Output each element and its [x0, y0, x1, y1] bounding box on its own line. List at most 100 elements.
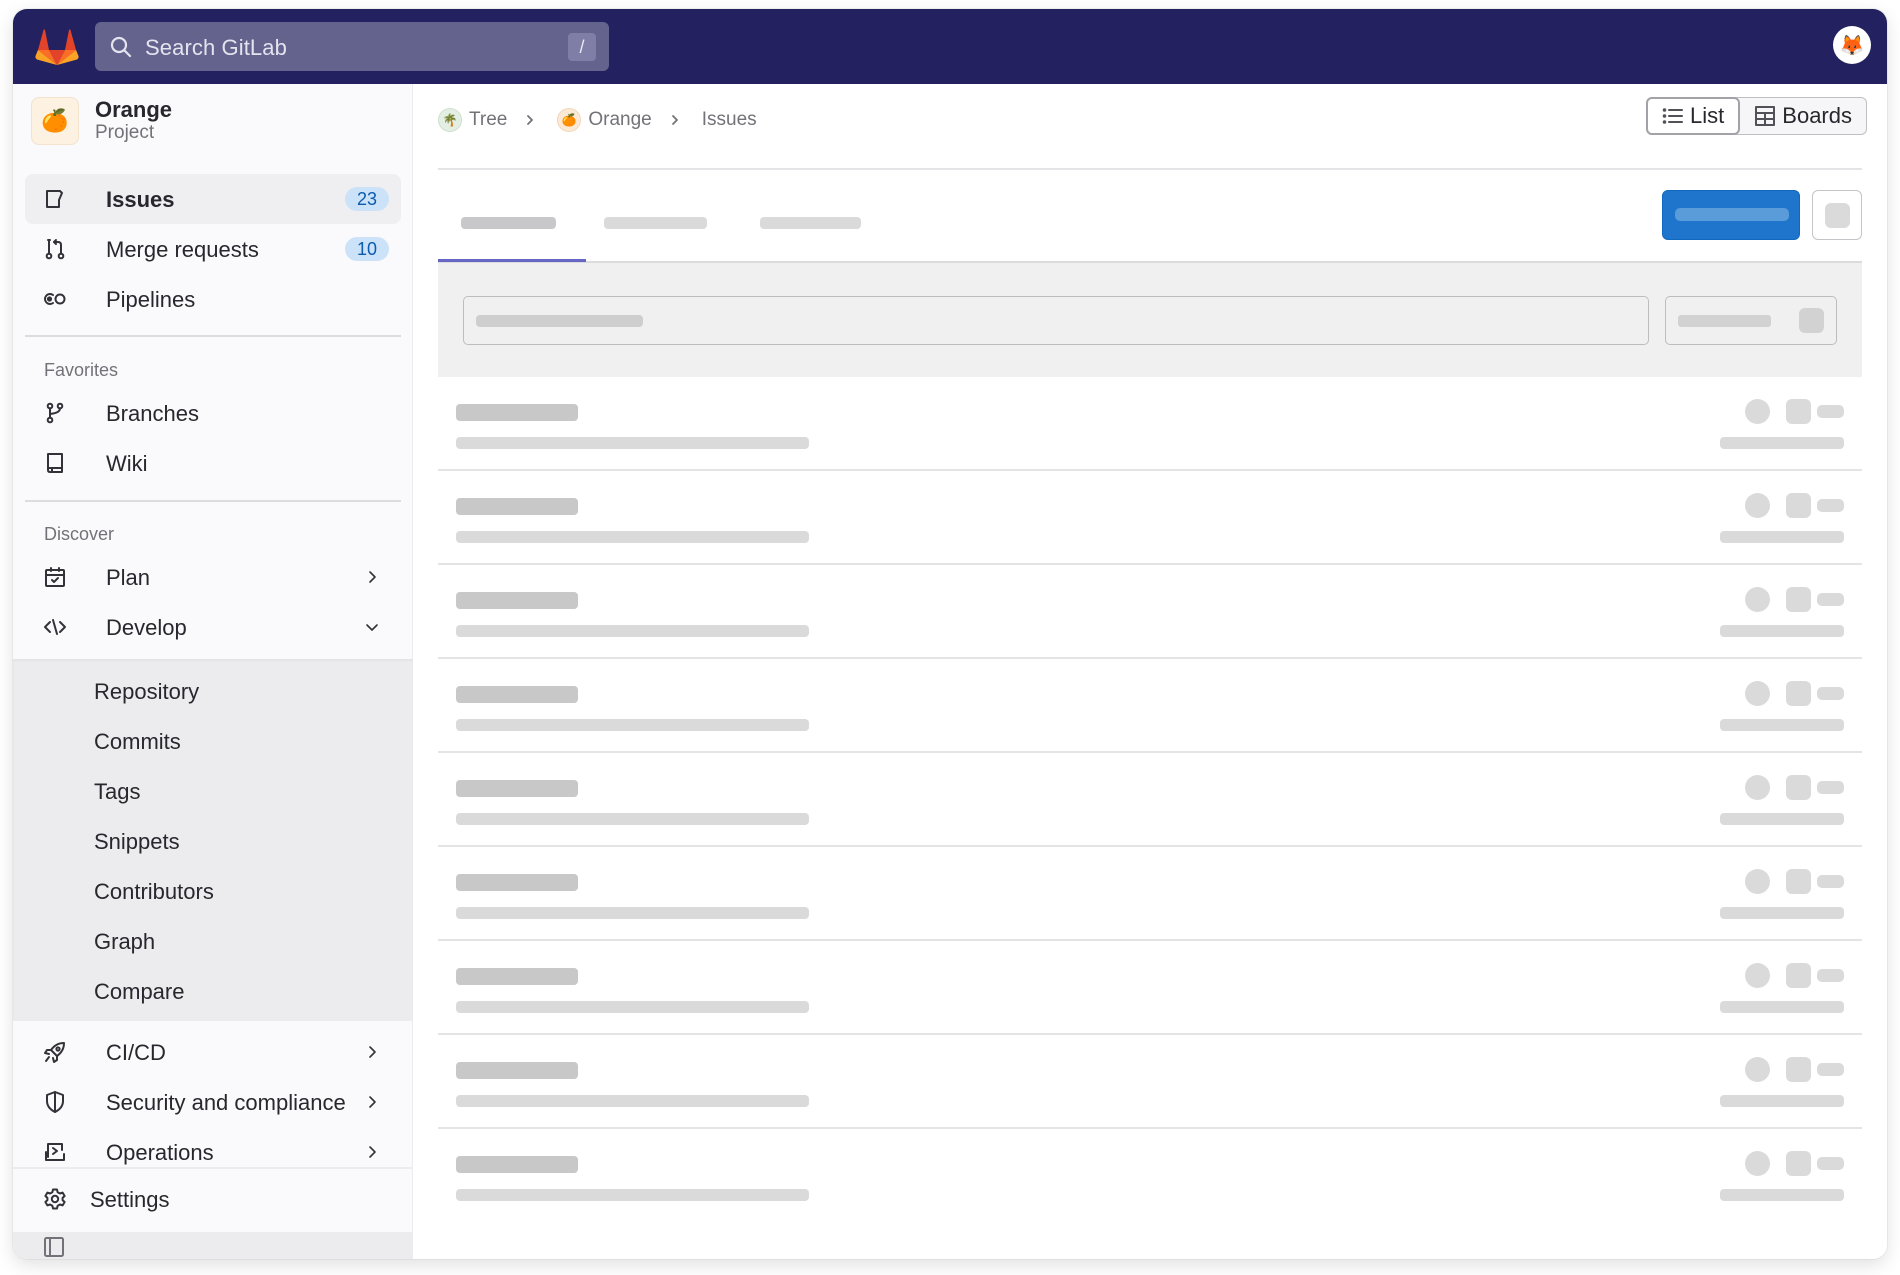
project-name: Orange: [95, 97, 173, 122]
issue-meta-skeleton: [456, 907, 809, 919]
button-icon-skeleton: [1825, 203, 1850, 228]
sidebar-item-branches[interactable]: Branches: [25, 388, 401, 438]
status-skeleton: [1745, 775, 1770, 800]
develop-submenu: Repository Commits Tags Snippets Contrib…: [13, 659, 413, 1021]
tab-label-skeleton: [461, 217, 556, 229]
issue-row-skeleton: [438, 659, 1862, 753]
sidebar-item-wiki[interactable]: Wiki: [25, 438, 401, 488]
issue-title-skeleton: [456, 498, 578, 515]
issue-row-skeleton: [438, 471, 1862, 565]
merge-requests-count-badge: 10: [344, 237, 389, 261]
breadcrumb-item-current[interactable]: Issues: [702, 109, 757, 131]
sidebar-item-plan[interactable]: Plan: [25, 552, 401, 602]
breadcrumb-item-project[interactable]: Orange: [588, 109, 651, 131]
count-skeleton: [1817, 781, 1844, 794]
status-skeleton: [1745, 963, 1770, 988]
sidebar-subitem-graph[interactable]: Graph: [94, 929, 155, 955]
sidebar-item-label: Develop: [106, 615, 187, 640]
issue-title-skeleton: [456, 686, 578, 703]
assignee-skeleton: [1786, 869, 1811, 894]
sidebar-item-develop[interactable]: Develop: [25, 602, 401, 652]
board-icon: [1755, 106, 1776, 126]
issue-row-skeleton: [438, 847, 1862, 941]
sidebar-item-operations[interactable]: Operations: [25, 1127, 401, 1177]
issue-title-skeleton: [456, 780, 578, 797]
updated-skeleton: [1720, 719, 1844, 731]
issue-meta-skeleton: [456, 1095, 809, 1107]
tab-label-skeleton: [604, 217, 707, 229]
issue-row-skeleton: [438, 565, 1862, 659]
actions-button-skeleton[interactable]: [1812, 190, 1862, 240]
tab-skeleton[interactable]: [438, 170, 586, 262]
book-icon: [47, 453, 63, 473]
issues-icon: [46, 190, 63, 208]
issue-meta-skeleton: [456, 813, 809, 825]
status-skeleton: [1745, 587, 1770, 612]
tab-skeleton[interactable]: [604, 170, 744, 262]
assignee-skeleton: [1786, 493, 1811, 518]
issue-row-skeleton: [438, 941, 1862, 1035]
count-skeleton: [1817, 875, 1844, 888]
sidebar-item-label: Branches: [106, 401, 199, 426]
branch-icon: [46, 402, 64, 424]
issue-meta-skeleton: [456, 531, 809, 543]
sidebar-item-settings[interactable]: Settings: [25, 1174, 401, 1224]
chevron-right-icon: [369, 1146, 376, 1158]
tab-label-skeleton: [760, 217, 861, 229]
sort-dropdown-skeleton[interactable]: [1665, 296, 1837, 345]
chevron-right-icon: [671, 115, 678, 125]
list-view-button[interactable]: List: [1646, 97, 1741, 135]
status-skeleton: [1745, 1151, 1770, 1176]
sidebar-subitem-snippets[interactable]: Snippets: [94, 829, 180, 855]
sidebar-item-cicd[interactable]: CI/CD: [25, 1027, 401, 1077]
user-avatar[interactable]: 🦊: [1833, 26, 1871, 64]
sidebar-item-merge-requests[interactable]: Merge requests 10: [25, 224, 401, 274]
status-skeleton: [1745, 399, 1770, 424]
updated-skeleton: [1720, 1095, 1844, 1107]
pipeline-icon: [44, 293, 66, 305]
top-bar: Search GitLab / 🦊: [13, 9, 1887, 84]
assignee-skeleton: [1786, 775, 1811, 800]
assignee-skeleton: [1786, 1151, 1811, 1176]
sidebar-subitem-compare[interactable]: Compare: [94, 979, 184, 1005]
app-window: Search GitLab / 🦊 🍊 Orange Project Issue…: [13, 9, 1887, 1259]
new-issue-button-skeleton[interactable]: [1662, 190, 1800, 240]
sidebar-subitem-contributors[interactable]: Contributors: [94, 879, 214, 905]
assignee-skeleton: [1786, 587, 1811, 612]
issues-count-badge: 23: [344, 187, 389, 211]
code-icon: [44, 619, 66, 635]
issue-meta-skeleton: [456, 719, 809, 731]
filter-input-skeleton[interactable]: [463, 296, 1649, 345]
gitlab-logo-icon[interactable]: [35, 25, 79, 67]
tab-skeleton[interactable]: [760, 170, 900, 262]
sidebar-item-security[interactable]: Security and compliance: [25, 1077, 401, 1127]
collapse-sidebar-button[interactable]: [13, 1232, 413, 1259]
updated-skeleton: [1720, 907, 1844, 919]
search-icon: [110, 36, 132, 58]
sidebar-subitem-commits[interactable]: Commits: [94, 729, 181, 755]
count-skeleton: [1817, 1063, 1844, 1076]
updated-skeleton: [1720, 437, 1844, 449]
count-skeleton: [1817, 593, 1844, 606]
breadcrumb-item-group[interactable]: Tree: [469, 109, 507, 131]
sidebar-item-issues[interactable]: Issues 23: [25, 174, 401, 224]
sort-icon-skeleton: [1799, 308, 1824, 333]
assignee-skeleton: [1786, 963, 1811, 988]
issue-meta-skeleton: [456, 625, 809, 637]
sidebar-item-label: Issues: [106, 187, 175, 212]
list-icon: [1662, 108, 1684, 124]
issue-row-skeleton: [438, 1129, 1862, 1223]
project-header[interactable]: 🍊 Orange Project: [31, 96, 172, 146]
count-skeleton: [1817, 499, 1844, 512]
issue-list-skeleton: [438, 377, 1862, 1223]
sidebar-subitem-repository[interactable]: Repository: [94, 679, 199, 705]
sidebar-divider: [25, 500, 401, 502]
boards-view-button[interactable]: Boards: [1740, 98, 1866, 134]
sidebar-item-label: Pipelines: [106, 287, 196, 312]
chevron-down-icon: [366, 624, 378, 631]
sidebar-divider: [13, 1167, 413, 1169]
search-input[interactable]: Search GitLab /: [95, 22, 609, 71]
sidebar-subitem-tags[interactable]: Tags: [94, 779, 140, 805]
sidebar-item-pipelines[interactable]: Pipelines: [25, 274, 401, 324]
sidebar-item-label: Merge requests: [106, 237, 259, 262]
